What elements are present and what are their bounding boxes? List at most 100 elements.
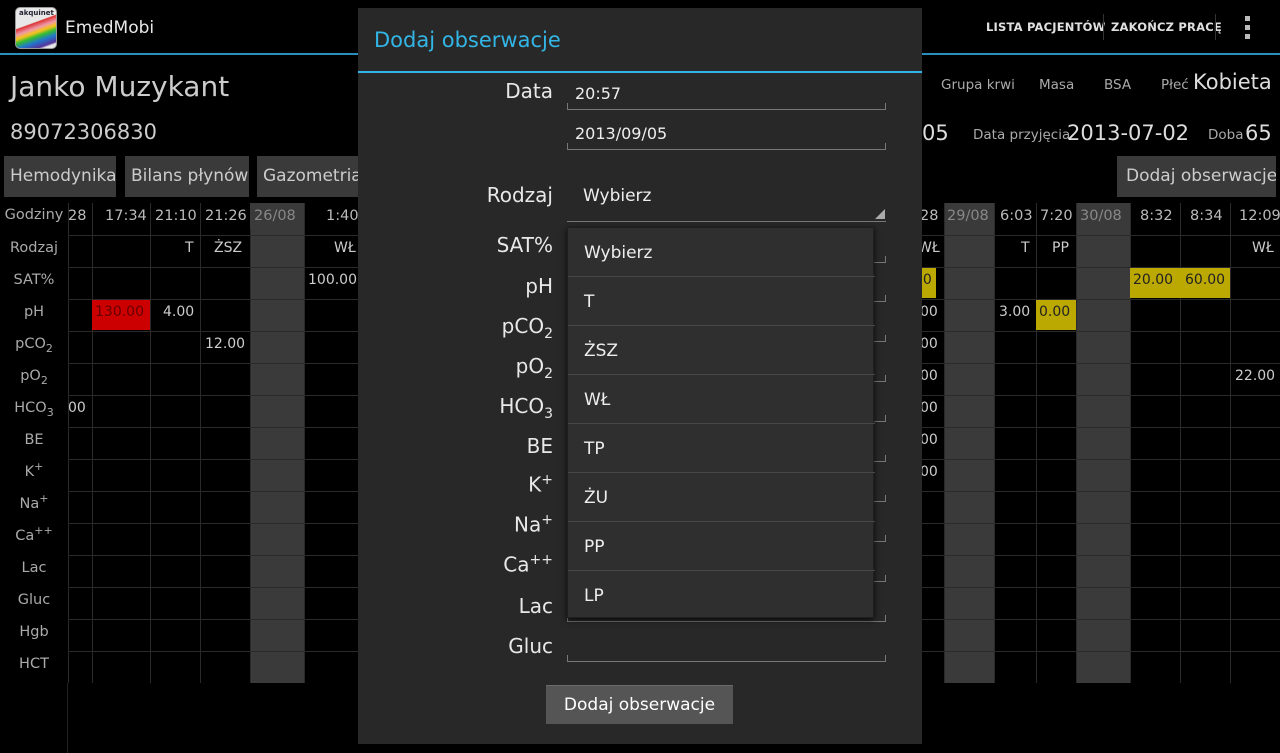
bsa-label: BSA — [1104, 77, 1132, 93]
row-label-hct: HCT — [19, 656, 49, 672]
time-header: 8:34 — [1190, 208, 1223, 224]
grid-cell[interactable]: 00 — [920, 432, 938, 448]
dropdown-option[interactable]: WŁ — [568, 375, 875, 424]
grid-cell[interactable]: 12.00 — [205, 336, 245, 352]
type-label: Rodzaj — [486, 183, 553, 207]
grid-cell[interactable]: 22.00 — [1235, 368, 1275, 384]
time-header: 12:09 — [1239, 208, 1280, 224]
time-header: 7:20 — [1040, 208, 1073, 224]
tab-blood-gas[interactable]: Gazometria — [257, 156, 358, 197]
day-label: Doba — [1208, 127, 1244, 143]
lac-label: Lac — [518, 594, 553, 618]
dropdown-option[interactable]: TP — [568, 424, 875, 473]
row-label-ph: pH — [23, 304, 45, 320]
action-divider — [1103, 14, 1104, 40]
patient-name: Janko Muzykant — [10, 70, 230, 103]
row-label-sat: SAT% — [13, 272, 55, 288]
grid-cell[interactable]: 0.00 — [1036, 300, 1076, 330]
mass-label: Masa — [1039, 77, 1075, 93]
row-label-type: Rodzaj — [9, 240, 59, 256]
na-label: Na+ — [514, 512, 553, 537]
ph-label: pH — [525, 274, 553, 298]
admission-date-label: Data przyjęcia — [973, 127, 1071, 143]
time-header: 17:34 — [105, 208, 147, 224]
date-header: 29/08 — [947, 208, 989, 224]
sex-value: Kobieta — [1193, 70, 1272, 94]
patient-id: 89072306830 — [10, 120, 157, 144]
grid-cell[interactable]: 00 — [920, 368, 938, 384]
grid-cell[interactable]: 60.00 — [1180, 268, 1230, 298]
grid-cell[interactable]: T — [1021, 240, 1030, 256]
time-header: 6:03 — [1000, 208, 1033, 224]
row-label-ca: Ca++ — [15, 524, 53, 544]
time-header: 21:26 — [205, 208, 247, 224]
grid-cell[interactable]: 130.00 — [92, 300, 150, 330]
grid-cell[interactable]: 00 — [68, 400, 86, 416]
grid-cell[interactable]: 20.00 — [1130, 268, 1180, 298]
grid-cell[interactable]: 00 — [920, 400, 938, 416]
time-header: 8:32 — [1140, 208, 1173, 224]
grid-cell[interactable]: PP — [1052, 240, 1069, 256]
k-label: K+ — [528, 472, 553, 497]
time-header: 21:10 — [155, 208, 197, 224]
grid-cell[interactable]: 00 — [920, 336, 938, 352]
sex-label: Płeć — [1161, 77, 1189, 93]
spinner-arrow-icon — [875, 209, 885, 219]
grid-cell[interactable]: ŻSZ — [214, 240, 242, 256]
blood-group-label: Grupa krwi — [941, 77, 1015, 93]
app-title: EmedMobi — [65, 18, 155, 38]
row-label-hgb: Hgb — [19, 624, 49, 640]
type-spinner[interactable]: Wybierz — [567, 176, 886, 222]
dropdown-option[interactable]: PP — [568, 522, 875, 571]
grid-cell[interactable]: WŁ — [1252, 240, 1274, 256]
date-header: 30/08 — [1080, 208, 1122, 224]
row-label-hours: Godziny — [4, 207, 64, 223]
gluc-field[interactable] — [567, 628, 886, 662]
row-label-na: Na+ — [19, 492, 49, 512]
grid-cell[interactable]: T — [185, 240, 194, 256]
grid-cell[interactable]: WŁ — [334, 240, 356, 256]
dropdown-option[interactable]: T — [568, 277, 875, 326]
submit-observation-button[interactable]: Dodaj obserwacje — [546, 685, 733, 724]
admission-date-value: 2013-07-02 — [1067, 121, 1190, 145]
tab-hemodynamics[interactable]: Hemodynika — [4, 156, 116, 197]
time-header: 1:40 — [326, 208, 359, 224]
pco2-label: pCO2 — [501, 314, 553, 342]
row-label-be: BE — [24, 432, 44, 448]
row-label-hco3: HCO3 — [14, 400, 54, 419]
partial-value: 05 — [922, 121, 949, 145]
dropdown-option[interactable]: ŻSZ — [568, 326, 875, 375]
row-label-gluc: Gluc — [17, 592, 51, 608]
po2-label: pO2 — [515, 354, 553, 382]
time-field[interactable]: 20:57 — [567, 76, 886, 110]
be-label: BE — [526, 434, 553, 458]
date-label: Data — [505, 79, 553, 103]
grid-cell[interactable]: 00 — [920, 304, 938, 320]
add-observation-button[interactable]: Dodaj obserwacje — [1117, 156, 1276, 197]
date-header: 26/08 — [254, 208, 296, 224]
end-work-button[interactable]: ZAKOŃCZ PRACĘ — [1111, 20, 1222, 34]
dialog-title-divider — [358, 71, 922, 73]
grid-cell[interactable]: 4.00 — [163, 304, 194, 320]
row-label-lac: Lac — [21, 560, 47, 576]
time-header: 28 — [68, 208, 87, 224]
row-label-po2: pO2 — [20, 368, 48, 387]
action-divider — [1215, 14, 1216, 40]
grid-cell[interactable]: 3.00 — [999, 304, 1030, 320]
sat-label: SAT% — [496, 233, 553, 257]
grid-cell[interactable]: 00 — [920, 464, 938, 480]
date-field[interactable]: 2013/09/05 — [567, 116, 886, 150]
type-dropdown-list: Wybierz T ŻSZ WŁ TP ŻU PP LP — [567, 227, 875, 620]
app-logo-icon[interactable]: akquinet — [15, 7, 57, 49]
tab-fluid-balance[interactable]: Bilans płynów — [125, 156, 249, 197]
hco3-label: HCO3 — [499, 394, 553, 422]
grid-cell[interactable]: 100.00 — [308, 272, 357, 288]
overflow-menu-icon[interactable] — [1245, 16, 1251, 40]
dropdown-option[interactable]: Wybierz — [568, 228, 875, 277]
dropdown-option[interactable]: ŻU — [568, 473, 875, 522]
row-label-k: K+ — [24, 460, 44, 480]
patients-list-button[interactable]: LISTA PACJENTÓW — [986, 20, 1106, 34]
time-header: 28 — [920, 208, 939, 224]
ca-label: Ca++ — [503, 552, 553, 577]
dropdown-option[interactable]: LP — [568, 571, 875, 620]
